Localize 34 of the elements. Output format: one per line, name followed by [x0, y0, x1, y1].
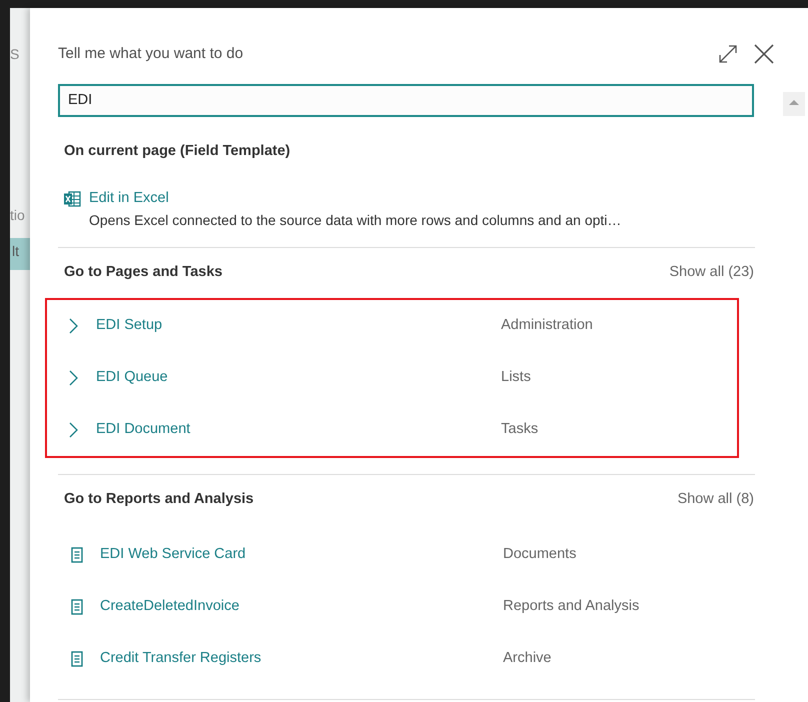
item-link[interactable]: Credit Transfer Registers: [100, 648, 503, 670]
document-icon: [71, 650, 83, 666]
document-icon: [71, 546, 83, 562]
section-heading: On current page (Field Template): [64, 142, 292, 160]
item-description: Opens Excel connected to the source data with more rows and columns and an opti…: [89, 211, 622, 230]
chevron-right-icon: [69, 370, 78, 386]
item-category: Reports and Analysis: [503, 596, 640, 616]
close-icon[interactable]: [754, 44, 774, 64]
item-category: Documents: [503, 544, 578, 564]
edit-in-excel-link[interactable]: Edit in Excel: [89, 188, 169, 210]
scrollbar[interactable]: [783, 92, 805, 116]
document-icon: [71, 598, 83, 614]
item-link[interactable]: EDI Setup: [96, 314, 501, 337]
item-link[interactable]: EDI Web Service Card: [100, 544, 503, 566]
chevron-right-icon: [69, 318, 78, 334]
show-all-link[interactable]: Show all (23): [669, 262, 754, 284]
background-text: S: [10, 45, 20, 64]
item-link[interactable]: CreateDeletedInvoice: [100, 596, 503, 618]
search-field[interactable]: EDI: [58, 84, 754, 116]
section-heading: Go to Pages and Tasks: [64, 263, 222, 282]
item-link[interactable]: EDI Document: [96, 418, 501, 441]
item-category: Lists: [501, 368, 532, 387]
expand-icon[interactable]: [718, 44, 738, 64]
show-all-link[interactable]: Show all (8): [677, 488, 754, 510]
dialog-title: Tell me what you want to do: [58, 44, 244, 64]
item-category: Archive: [503, 648, 552, 668]
spreadsheet-icon: [63, 190, 81, 208]
section-heading: Go to Reports and Analysis: [64, 490, 254, 509]
item-category: Administration: [501, 316, 594, 335]
chevron-right-icon: [69, 422, 78, 438]
background-text: tio: [10, 206, 26, 225]
item-category: Tasks: [501, 420, 540, 439]
item-link[interactable]: EDI Queue: [96, 366, 501, 389]
background-text: lt: [10, 238, 30, 270]
